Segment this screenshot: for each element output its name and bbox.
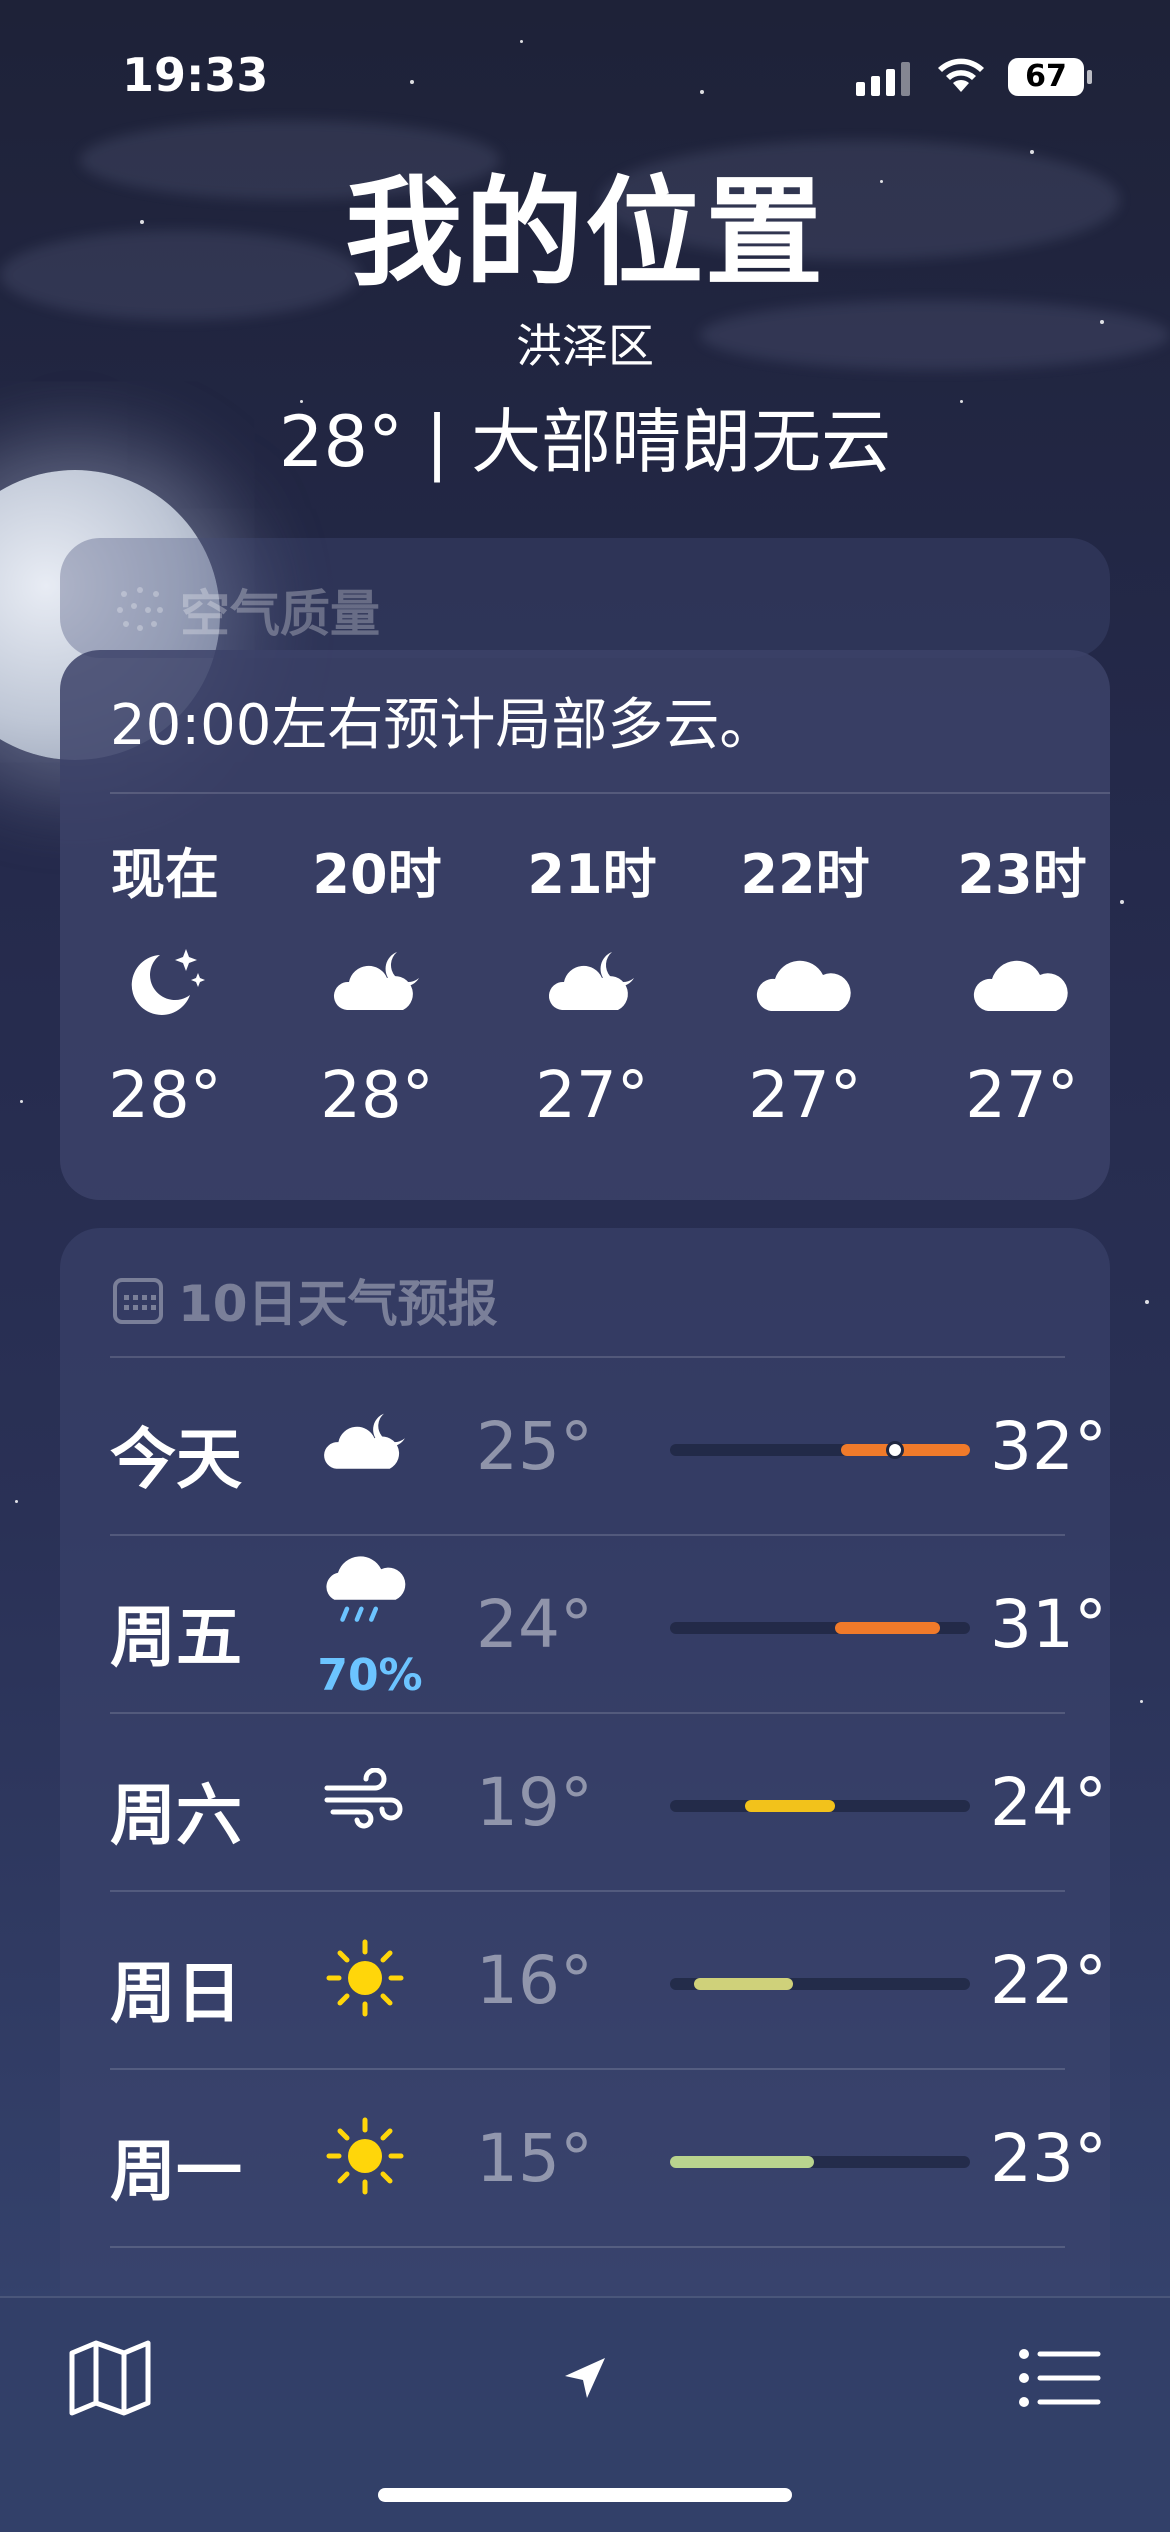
cloud-moon-icon bbox=[492, 929, 692, 1039]
air-quality-icon bbox=[117, 587, 163, 631]
divider bbox=[110, 792, 1110, 794]
divider bbox=[110, 2068, 1065, 2070]
low-temp: 24° bbox=[476, 1586, 593, 1663]
hourly-forecast-card[interactable]: 20:00左右预计局部多云。 现在 28° 20时 28° 21时 27° 22… bbox=[60, 650, 1110, 1200]
day-label: 周五 bbox=[110, 1599, 242, 1676]
temp-range-bar bbox=[670, 1978, 970, 1990]
home-indicator[interactable] bbox=[378, 2488, 792, 2502]
precip-chance: 70% bbox=[317, 1650, 423, 1701]
hour-temp: 28° bbox=[320, 1059, 434, 1133]
current-condition: 28° | 大部晴朗无云 bbox=[278, 401, 892, 483]
status-time: 19:33 bbox=[122, 48, 269, 102]
cloud-moon-icon bbox=[277, 929, 477, 1039]
temp-range-bar bbox=[670, 1622, 970, 1634]
hour-item[interactable]: 22时 27° bbox=[705, 830, 905, 1133]
low-temp: 15° bbox=[476, 2120, 593, 2197]
high-temp: 23° bbox=[990, 2120, 1107, 2197]
district-name: 洪泽区 bbox=[516, 319, 654, 373]
hour-temp: 27° bbox=[535, 1059, 649, 1133]
temp-range-bar bbox=[670, 1441, 970, 1459]
cloud-rain-icon bbox=[310, 1548, 420, 1648]
forecast-row-saturday[interactable]: 周六 19° 24° bbox=[110, 1712, 1107, 1890]
high-temp: 31° bbox=[990, 1586, 1107, 1663]
low-temp: 25° bbox=[476, 1408, 593, 1485]
temp-range-fill bbox=[694, 1978, 793, 1990]
sun-icon bbox=[310, 2106, 420, 2206]
temp-range-fill bbox=[670, 2156, 814, 2168]
hourly-summary: 20:00左右预计局部多云。 bbox=[110, 693, 776, 758]
current-location-button[interactable] bbox=[535, 2328, 635, 2428]
divider bbox=[110, 1356, 1065, 1358]
hour-item[interactable]: 21时 27° bbox=[492, 830, 692, 1133]
high-temp: 32° bbox=[990, 1408, 1107, 1485]
temp-range-fill bbox=[841, 1444, 970, 1456]
divider bbox=[110, 1534, 1065, 1536]
day-label: 周一 bbox=[110, 2133, 242, 2210]
divider bbox=[110, 2246, 1065, 2248]
sun-icon bbox=[310, 1928, 420, 2028]
cloud-icon bbox=[922, 929, 1122, 1039]
forecast-row-monday[interactable]: 周一 15° 23° bbox=[110, 2068, 1107, 2246]
list-icon bbox=[1019, 2349, 1101, 2407]
wifi-icon bbox=[935, 56, 987, 98]
hour-label: 20时 bbox=[312, 843, 442, 906]
divider bbox=[110, 1712, 1065, 1714]
hour-label: 22时 bbox=[740, 843, 870, 906]
status-bar: 19:33 67 bbox=[0, 0, 1170, 150]
high-temp: 22° bbox=[990, 1942, 1107, 2019]
map-button[interactable] bbox=[60, 2328, 160, 2428]
high-temp: 24° bbox=[990, 1764, 1107, 1841]
hour-label: 现在 bbox=[111, 843, 219, 906]
hour-temp: 27° bbox=[748, 1059, 862, 1133]
day-label: 周日 bbox=[110, 1955, 242, 2032]
cloud-moon-icon bbox=[310, 1394, 420, 1494]
day-label: 周六 bbox=[110, 1777, 242, 1854]
location-header: 我的位置 洪泽区 28° | 大部晴朗无云 bbox=[0, 168, 1170, 487]
low-temp: 19° bbox=[476, 1764, 593, 1841]
cloud-icon bbox=[705, 929, 905, 1039]
location-arrow-icon bbox=[565, 2358, 605, 2398]
wind-icon bbox=[310, 1750, 420, 1850]
hour-temp: 28° bbox=[108, 1059, 222, 1133]
city-list-button[interactable] bbox=[1010, 2328, 1110, 2428]
hour-label: 23时 bbox=[957, 843, 1087, 906]
temp-range-fill bbox=[745, 1800, 835, 1812]
moon-stars-icon bbox=[65, 929, 265, 1039]
hour-item[interactable]: 23时 27° bbox=[922, 830, 1122, 1133]
temp-range-bar bbox=[670, 2156, 970, 2168]
divider bbox=[110, 1890, 1065, 1892]
temp-range-fill bbox=[835, 1622, 940, 1634]
calendar-icon bbox=[113, 1278, 163, 1324]
air-quality-label: 空气质量 bbox=[180, 585, 380, 643]
hour-item[interactable]: 20时 28° bbox=[277, 830, 477, 1133]
hour-label: 21时 bbox=[527, 843, 657, 906]
air-quality-header: 空气质量 bbox=[112, 574, 380, 646]
current-temp-dot bbox=[886, 1441, 904, 1459]
ten-day-forecast-card[interactable]: 10日天气预报 今天 25° 32° 周五 70% 24° 31° 周六 19°… bbox=[60, 1228, 1110, 2348]
hour-item[interactable]: 现在 28° bbox=[65, 830, 265, 1133]
map-icon bbox=[69, 2340, 151, 2416]
forecast-row-friday[interactable]: 周五 70% 24° 31° bbox=[110, 1534, 1107, 1712]
forecast-row-today[interactable]: 今天 25° 32° bbox=[110, 1356, 1107, 1534]
ten-day-title: 10日天气预报 bbox=[178, 1275, 498, 1333]
cellular-signal-icon bbox=[856, 62, 910, 96]
ten-day-header: 10日天气预报 bbox=[112, 1264, 498, 1336]
low-temp: 16° bbox=[476, 1942, 593, 2019]
temp-range-bar bbox=[670, 1800, 970, 1812]
day-label: 今天 bbox=[110, 1421, 242, 1498]
forecast-row-sunday[interactable]: 周日 16° 22° bbox=[110, 1890, 1107, 2068]
location-title: 我的位置 bbox=[344, 164, 825, 302]
air-quality-card[interactable]: 空气质量 bbox=[60, 538, 1110, 658]
battery-icon: 67 bbox=[1008, 58, 1092, 96]
hour-temp: 27° bbox=[965, 1059, 1079, 1133]
